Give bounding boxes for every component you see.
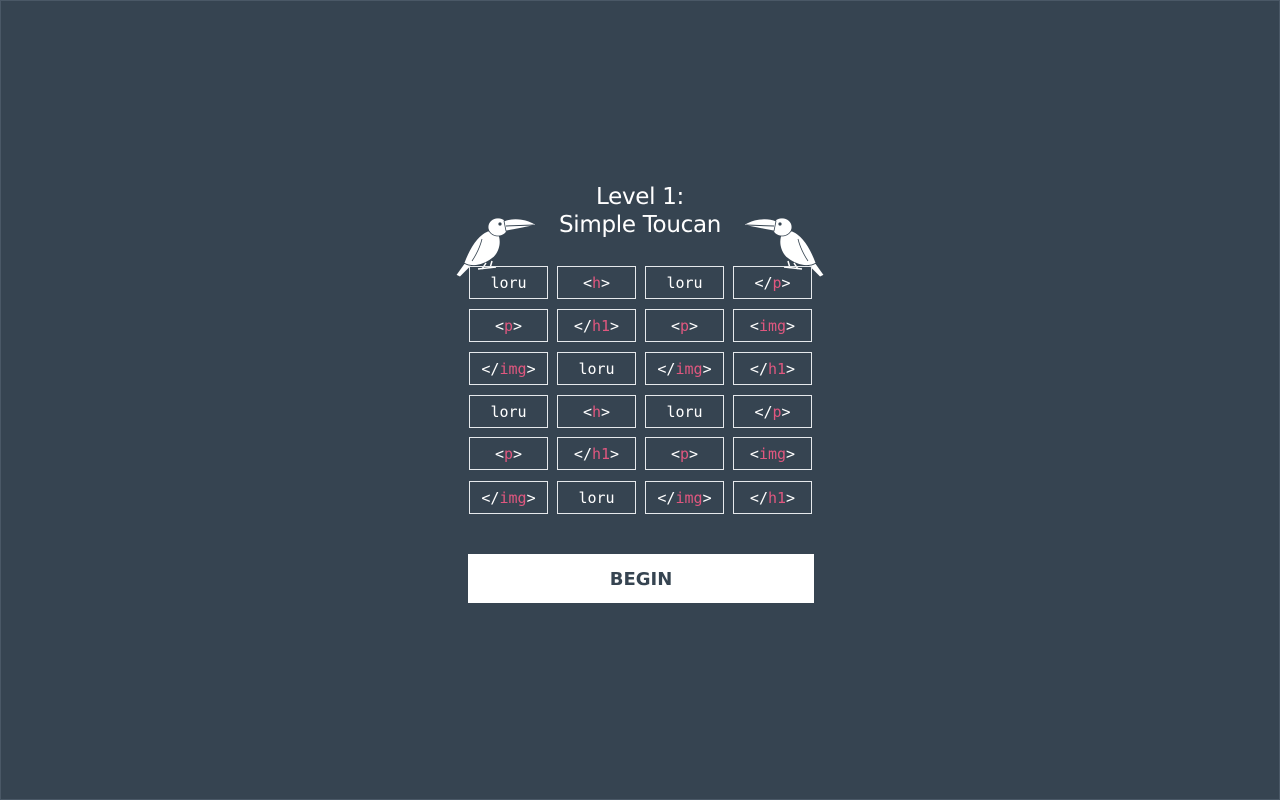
tag-bracket-close: > [601, 402, 611, 421]
tag-bracket-open: < [494, 316, 504, 335]
tag-bracket-close: > [526, 359, 536, 378]
tag-name: img [758, 316, 787, 335]
board-tile[interactable]: < img > [733, 437, 812, 470]
tag-bracket-close: > [786, 488, 796, 507]
begin-button[interactable]: BEGIN [468, 554, 814, 603]
tag-name: img [675, 359, 703, 378]
tag-bracket-close: > [689, 316, 699, 335]
tag-bracket-open: < [749, 316, 759, 335]
tag-bracket-open: </ [754, 273, 773, 292]
tag-bracket-open: </ [657, 488, 676, 507]
tag-name: p [772, 402, 782, 421]
board-tile[interactable]: < p > [645, 437, 724, 470]
tag-bracket-open: </ [481, 359, 500, 378]
tag-bracket-open: </ [749, 488, 768, 507]
board-tile[interactable]: loru [469, 266, 548, 299]
tag-bracket-close: > [786, 444, 796, 463]
board-tile[interactable]: < p > [469, 309, 548, 342]
tag-name: p [679, 316, 690, 335]
tag-bracket-open: < [494, 444, 504, 463]
tag-bracket-close: > [786, 316, 796, 335]
tile-text: loru [490, 273, 527, 292]
board-tile[interactable]: </img > [645, 481, 724, 514]
tag-name: h1 [767, 359, 787, 378]
tile-text: loru [666, 402, 703, 421]
tag-bracket-close: > [610, 444, 620, 463]
tag-name: p [503, 444, 514, 463]
board-tile[interactable]: </h1 > [557, 437, 636, 470]
tag-bracket-open: </ [573, 316, 592, 335]
tag-bracket-close: > [526, 488, 536, 507]
tag-name: h1 [767, 488, 787, 507]
tag-name: img [499, 359, 527, 378]
tag-name: h1 [591, 316, 611, 335]
tag-bracket-close: > [781, 402, 791, 421]
board-tile[interactable]: </img > [645, 352, 724, 385]
tag-bracket-close: > [781, 273, 791, 292]
tag-name: h [591, 273, 602, 292]
tag-bracket-open: < [670, 316, 680, 335]
tag-bracket-open: </ [573, 444, 592, 463]
tag-bracket-close: > [601, 273, 611, 292]
tag-bracket-close: > [513, 444, 523, 463]
tag-bracket-open: < [582, 402, 592, 421]
tile-text: loru [578, 488, 615, 507]
tile-text: loru [578, 359, 615, 378]
window-frame [0, 0, 1280, 800]
tag-bracket-open: </ [481, 488, 500, 507]
tag-bracket-open: </ [657, 359, 676, 378]
tag-bracket-close: > [610, 316, 620, 335]
board-tile[interactable]: </p > [733, 395, 812, 428]
board-tile[interactable]: </img > [469, 352, 548, 385]
tag-bracket-close: > [702, 488, 712, 507]
tag-name: img [675, 488, 703, 507]
tag-name: h [591, 402, 602, 421]
tag-name: h1 [591, 444, 611, 463]
level-name: Simple Toucan [558, 212, 722, 238]
board-tile[interactable]: loru [557, 352, 636, 385]
tag-bracket-close: > [702, 359, 712, 378]
tile-text: loru [490, 402, 527, 421]
tag-bracket-open: < [582, 273, 592, 292]
level-title: Level 1: Simple Toucan [540, 183, 740, 239]
board-tile[interactable]: loru [469, 395, 548, 428]
board-tile[interactable]: loru [645, 395, 724, 428]
board-tile[interactable]: loru [645, 266, 724, 299]
board-tile[interactable]: </p > [733, 266, 812, 299]
tag-name: img [758, 444, 787, 463]
tag-bracket-close: > [689, 444, 699, 463]
board-tile[interactable]: loru [557, 481, 636, 514]
board-tile[interactable]: < h > [557, 266, 636, 299]
tag-name: p [772, 273, 782, 292]
board-tile[interactable]: < img > [733, 309, 812, 342]
tag-bracket-open: < [749, 444, 759, 463]
board-tile[interactable]: </h1 > [733, 481, 812, 514]
level-number: Level 1: [595, 184, 684, 210]
board-tile[interactable]: < p > [469, 437, 548, 470]
tag-bracket-close: > [786, 359, 796, 378]
tag-bracket-open: < [670, 444, 680, 463]
tag-bracket-close: > [513, 316, 523, 335]
board-tile[interactable]: < p > [645, 309, 724, 342]
board-tile[interactable]: < h > [557, 395, 636, 428]
board-tile[interactable]: </img > [469, 481, 548, 514]
tag-bracket-open: </ [749, 359, 768, 378]
tile-text: loru [666, 273, 703, 292]
tag-name: p [679, 444, 690, 463]
tag-name: img [499, 488, 527, 507]
tag-name: p [503, 316, 514, 335]
tag-bracket-open: </ [754, 402, 773, 421]
board-tile[interactable]: </h1 > [733, 352, 812, 385]
board-tile[interactable]: </h1 > [557, 309, 636, 342]
